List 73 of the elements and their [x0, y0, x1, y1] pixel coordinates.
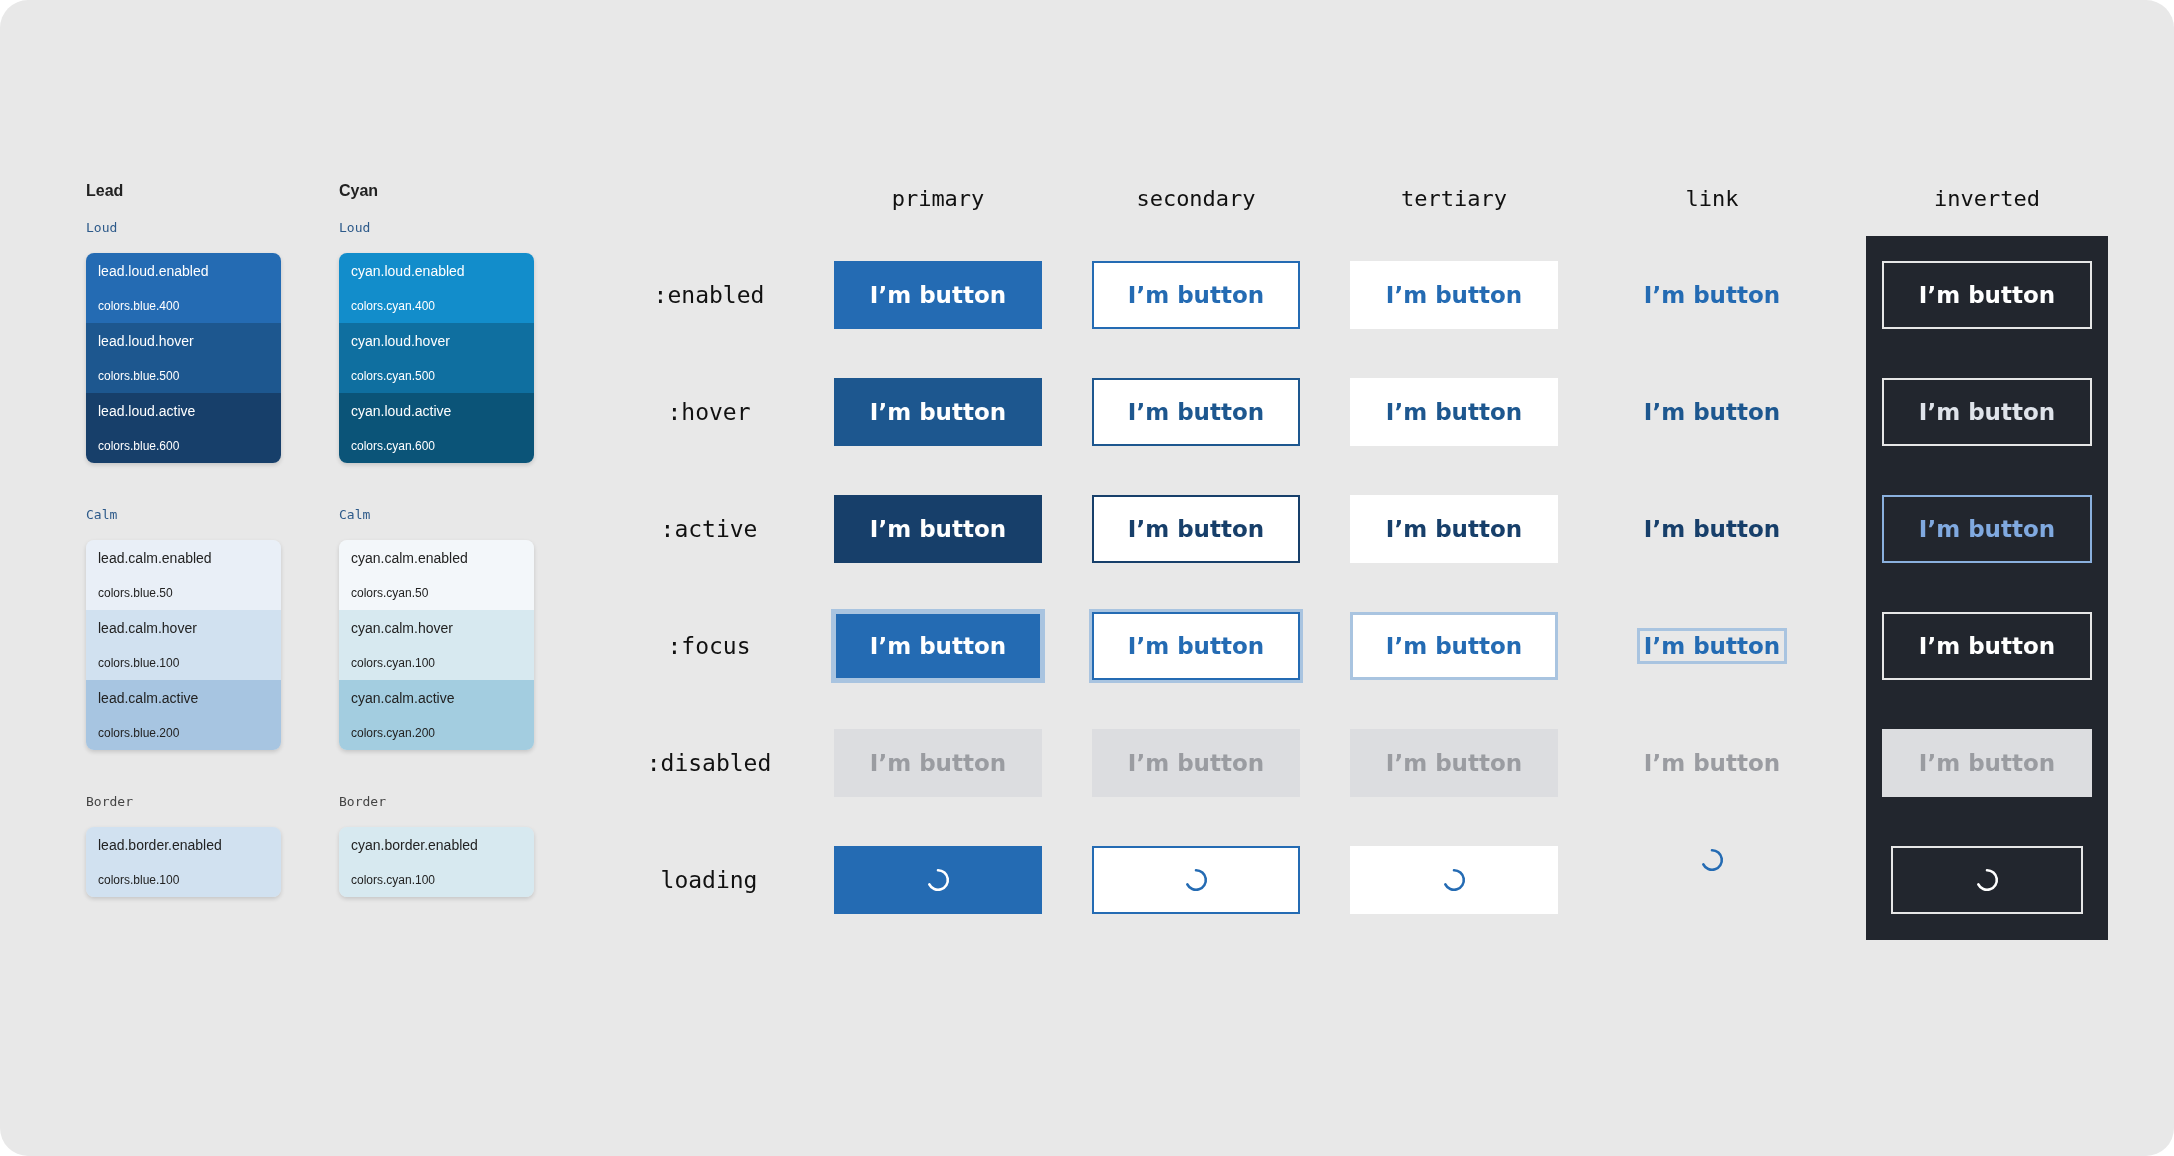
color-value: colors.blue.600: [98, 439, 181, 453]
palette-title: Cyan: [339, 182, 380, 200]
button[interactable]: I’m button: [1092, 494, 1300, 563]
variant-label: secondary: [1136, 185, 1256, 211]
token-name: cyan.loud.active: [351, 403, 453, 419]
variant-label: primary: [891, 185, 985, 211]
palette-title: Lead: [86, 182, 125, 200]
link-button[interactable]: I’m button: [1636, 627, 1788, 664]
token-name: lead.calm.enabled: [98, 550, 213, 566]
button[interactable]: I’m button: [1092, 377, 1300, 446]
color-value: colors.blue.400: [98, 299, 181, 313]
section-label: Loud: [86, 220, 119, 235]
loading-button[interactable]: [1092, 845, 1300, 914]
button[interactable]: I’m button: [1882, 611, 2092, 680]
button[interactable]: I’m button: [1882, 260, 2092, 329]
link-button[interactable]: I’m button: [1637, 511, 1787, 546]
color-value: colors.cyan.100: [351, 873, 437, 887]
button[interactable]: I’m button: [1092, 611, 1300, 680]
token-name: lead.calm.active: [98, 690, 200, 706]
color-value: colors.blue.50: [98, 586, 174, 600]
token-name: lead.calm.hover: [98, 620, 198, 636]
button[interactable]: I’m button: [834, 377, 1042, 446]
state-label: :hover: [667, 398, 751, 425]
color-value: colors.blue.500: [98, 369, 181, 383]
section-label: Loud: [339, 220, 372, 235]
link-button[interactable]: I’m button: [1637, 394, 1787, 429]
token-name: lead.loud.hover: [98, 333, 195, 349]
spinner-icon: [925, 866, 951, 893]
button[interactable]: I’m button: [1882, 377, 2092, 446]
token-name: cyan.calm.enabled: [351, 550, 469, 566]
variant-label: tertiary: [1401, 185, 1507, 211]
color-value: colors.blue.100: [98, 656, 181, 670]
token-name: lead.loud.enabled: [98, 263, 210, 279]
color-value: colors.cyan.50: [351, 586, 430, 600]
token-name: cyan.loud.hover: [351, 333, 451, 349]
button[interactable]: I’m button: [834, 611, 1042, 680]
color-value: colors.blue.200: [98, 726, 181, 740]
state-label: :focus: [667, 632, 751, 659]
section-label: Calm: [86, 507, 119, 522]
color-value: colors.blue.100: [98, 873, 181, 887]
state-label: loading: [660, 866, 758, 893]
token-name: cyan.border.enabled: [351, 837, 479, 853]
button[interactable]: I’m button: [1350, 494, 1558, 563]
spinner-icon: [1441, 866, 1467, 893]
state-label: :active: [660, 515, 758, 542]
token-name: lead.border.enabled: [98, 837, 223, 853]
token-name: cyan.calm.active: [351, 690, 456, 706]
button[interactable]: I’m button: [834, 494, 1042, 563]
button[interactable]: I’m button: [1350, 260, 1558, 329]
button[interactable]: I’m button: [1092, 260, 1300, 329]
token-name: cyan.loud.enabled: [351, 263, 466, 279]
variant-label: link: [1685, 185, 1739, 211]
link-button[interactable]: I’m button: [1637, 277, 1787, 312]
button[interactable]: I’m button: [1350, 377, 1558, 446]
variant-label: inverted: [1934, 185, 2040, 211]
color-value: colors.cyan.200: [351, 726, 437, 740]
color-value: colors.cyan.500: [351, 369, 437, 383]
section-label: Border: [339, 794, 387, 809]
section-label: Calm: [339, 507, 372, 522]
color-value: colors.cyan.400: [351, 299, 437, 313]
button[interactable]: I’m button: [834, 260, 1042, 329]
spinner-icon: [1699, 846, 1725, 873]
color-value: colors.cyan.100: [351, 656, 437, 670]
section-label: Border: [86, 794, 134, 809]
button[interactable]: I’m button: [1350, 611, 1558, 680]
state-label: :disabled: [646, 749, 772, 776]
token-name: cyan.calm.hover: [351, 620, 454, 636]
token-name: lead.loud.active: [98, 403, 197, 419]
color-value: colors.cyan.600: [351, 439, 437, 453]
spinner-icon: [1183, 866, 1209, 893]
state-label: :enabled: [653, 281, 765, 308]
spinner-icon: [1974, 866, 2000, 893]
button[interactable]: I’m button: [1882, 494, 2092, 563]
